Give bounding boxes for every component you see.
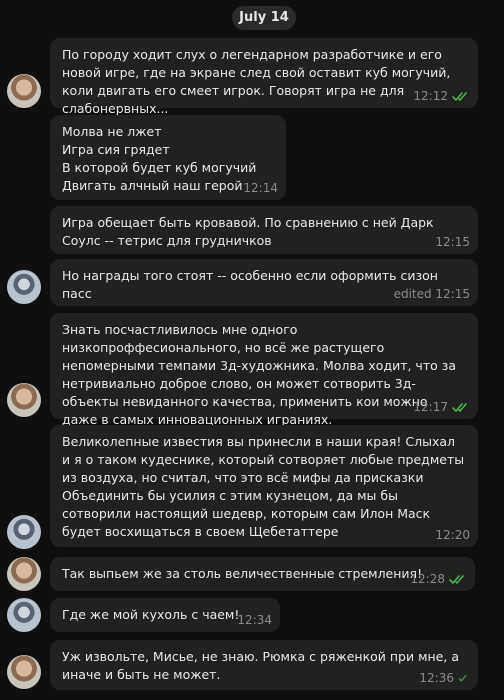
- message-time: 12:12: [413, 89, 448, 103]
- message-meta: 12:15: [435, 235, 470, 249]
- avatar[interactable]: [7, 598, 41, 632]
- double-check-icon: [449, 574, 464, 584]
- avatar[interactable]: [7, 74, 41, 108]
- message-meta: 12:34: [237, 613, 272, 627]
- avatar[interactable]: [7, 655, 41, 689]
- chat-history: July 14 По городу ходит слух о легендарн…: [0, 0, 504, 700]
- message-time: 12:15: [435, 235, 470, 249]
- message-meta: 12:17: [413, 400, 470, 414]
- message-bubble[interactable]: Игра обещает быть кровавой. По сравнению…: [50, 206, 478, 254]
- message-bubble[interactable]: Молва не лжет Игра сия грядет В которой …: [50, 115, 286, 200]
- double-check-icon: [452, 91, 467, 101]
- avatar[interactable]: [7, 515, 41, 549]
- message-meta: 12:20: [435, 528, 470, 542]
- message-time: 12:28: [410, 572, 445, 586]
- message-text: Уж извольте, Мисье, не знаю. Рюмка с ряж…: [62, 649, 459, 682]
- avatar[interactable]: [7, 383, 41, 417]
- message-time: 12:20: [435, 528, 470, 542]
- avatar[interactable]: [7, 557, 41, 591]
- message-time: 12:14: [243, 181, 278, 195]
- message-meta: 12:12: [413, 89, 470, 103]
- message-meta: 12:36: [419, 671, 470, 685]
- message-bubble[interactable]: Великолепные известия вы принесли в наши…: [50, 425, 478, 547]
- message-meta: 12:28: [410, 572, 467, 586]
- date-separator: July 14: [232, 6, 296, 30]
- message-bubble[interactable]: Уж извольте, Мисье, не знаю. Рюмка с ряж…: [50, 640, 478, 690]
- message-bubble[interactable]: Так выпьем же за столь величественные ст…: [50, 557, 475, 591]
- message-time: 12:34: [237, 613, 272, 627]
- message-meta: edited 12:15: [394, 287, 470, 301]
- message-bubble[interactable]: По городу ходит слух о легендарном разра…: [50, 38, 478, 116]
- message-time: edited 12:15: [393, 287, 470, 301]
- message-bubble[interactable]: Знать посчастливилось мне одного низкопр…: [50, 313, 478, 427]
- message-time: 12:36: [419, 671, 454, 685]
- message-text: Игра обещает быть кровавой. По сравнению…: [62, 215, 434, 248]
- message-bubble[interactable]: Но награды того стоят -- особенно если о…: [50, 259, 478, 306]
- single-check-icon: [458, 674, 467, 681]
- message-meta: 12:14: [243, 181, 278, 195]
- message-time: 12:17: [413, 400, 448, 414]
- avatar[interactable]: [7, 270, 41, 304]
- message-bubble[interactable]: Где же мой кухоль с чаем! 12:34: [50, 598, 280, 632]
- message-text: По городу ходит слух о легендарном разра…: [62, 47, 451, 116]
- double-check-icon: [452, 402, 467, 412]
- message-text: Великолепные известия вы принесли в наши…: [62, 434, 465, 539]
